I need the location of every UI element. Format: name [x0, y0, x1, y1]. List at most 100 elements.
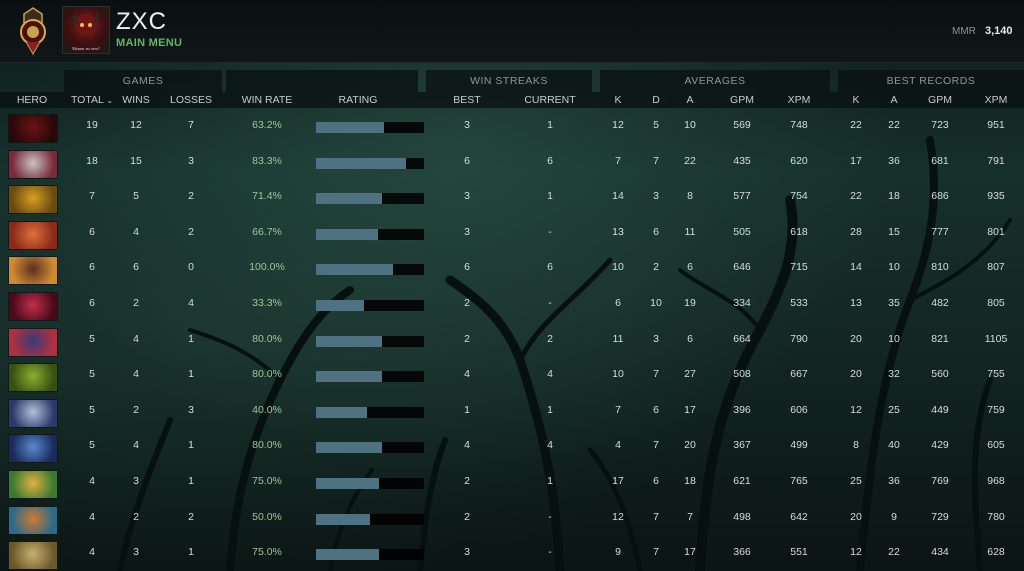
cell-rec-a: 40	[888, 439, 900, 452]
cell-avg-k: 17	[612, 475, 624, 487]
cell-rec-xpm: 968	[987, 475, 1005, 487]
main-menu-link[interactable]: MAIN MENU	[116, 37, 182, 49]
hero-portrait-icon[interactable]	[8, 505, 58, 535]
cell-win-rate: 63.2%	[252, 119, 282, 131]
cell-avg-d: 7	[653, 154, 659, 167]
col-avg-k[interactable]: K	[606, 92, 630, 108]
cell-wins: 4	[133, 439, 139, 452]
cell-avg-gpm: 646	[733, 261, 751, 274]
hero-portrait-icon[interactable]	[8, 220, 58, 250]
table-row[interactable]: 19 12 7 63.2% 3 1 12 5 10 569 748 22 22 723 951	[0, 108, 1024, 143]
cell-wins: 4	[133, 332, 139, 345]
hero-portrait-icon[interactable]	[8, 185, 58, 215]
col-avg-a[interactable]: A	[678, 92, 702, 108]
col-avg-xpm[interactable]: XPM	[779, 92, 819, 108]
cell-avg-d: 3	[653, 190, 659, 203]
cell-avg-d: 3	[653, 332, 659, 345]
table-row[interactable]: 7 5 2 71.4% 3 1 14 3 8 577 754 22 18 686 935	[0, 179, 1024, 215]
cell-best: 2	[464, 510, 470, 523]
col-rec-gpm[interactable]: GPM	[920, 92, 960, 108]
col-wins[interactable]: WINS	[118, 92, 154, 108]
hero-portrait-icon[interactable]	[8, 470, 58, 499]
avatar[interactable]: Мужик ты чего?	[62, 6, 110, 54]
cell-current: 2	[547, 332, 553, 345]
cell-avg-gpm: 334	[733, 297, 751, 309]
col-total[interactable]: TOTAL ⌄	[68, 92, 116, 108]
cell-wins: 2	[133, 510, 139, 523]
cell-win-rate: 33.3%	[252, 297, 282, 309]
hero-portrait-icon[interactable]	[8, 363, 58, 393]
hero-portrait-icon[interactable]	[8, 292, 58, 321]
table-row[interactable]: 18 15 3 83.3% 6 6 7 7 22 435 620 17 36 681 791	[0, 144, 1024, 179]
col-rec-k[interactable]: K	[844, 92, 868, 108]
cell-win-rate: 80.0%	[252, 439, 282, 452]
cell-current: -	[548, 297, 552, 309]
cell-rec-k: 20	[850, 368, 862, 381]
cell-wins: 4	[133, 225, 139, 238]
col-rating[interactable]: RATING	[318, 92, 398, 108]
cell-current: 1	[547, 403, 553, 416]
hero-portrait-icon[interactable]	[8, 114, 58, 143]
table-row[interactable]: 4 3 1 75.0% 2 1 17 6 18 621 765 25 36 769 968	[0, 464, 1024, 499]
cell-rec-gpm: 429	[931, 439, 949, 452]
rating-bar-fill	[316, 300, 364, 311]
cell-best: 3	[464, 546, 470, 559]
col-streak-current[interactable]: CURRENT	[516, 92, 584, 108]
col-hero[interactable]: HERO	[6, 92, 58, 108]
table-row[interactable]: 6 2 4 33.3% 2 - 6 10 19 334 533 13 35 482 805	[0, 286, 1024, 321]
table-row[interactable]: 5 4 1 80.0% 2 2 11 3 6 664 790 20 10 821 1105	[0, 322, 1024, 357]
cell-avg-k: 13	[612, 225, 624, 238]
table-row[interactable]: 5 4 1 80.0% 4 4 4 7 20 367 499 8 40 429 605	[0, 428, 1024, 464]
cell-wins: 2	[133, 403, 139, 416]
hero-portrait-icon[interactable]	[8, 541, 58, 571]
hero-portrait-icon[interactable]	[8, 327, 58, 357]
table-row[interactable]: 4 2 2 50.0% 2 - 12 7 7 498 642 20 9 729 780	[0, 500, 1024, 535]
col-rec-xpm[interactable]: XPM	[976, 92, 1016, 108]
cell-current: 1	[547, 119, 553, 131]
table-row[interactable]: 5 2 3 40.0% 1 1 7 6 17 396 606 12 25 449 759	[0, 393, 1024, 428]
cell-total: 7	[89, 190, 95, 203]
cell-win-rate: 80.0%	[252, 332, 282, 345]
hero-portrait-icon[interactable]	[8, 256, 58, 286]
cell-rec-k: 22	[850, 119, 862, 131]
cell-win-rate: 66.7%	[252, 225, 282, 238]
col-rec-a[interactable]: A	[882, 92, 906, 108]
cell-rec-k: 12	[850, 403, 862, 416]
cell-losses: 3	[188, 154, 194, 167]
hero-portrait-icon[interactable]	[8, 398, 58, 428]
cell-rec-k: 13	[850, 297, 862, 309]
rank-medal-icon	[20, 7, 46, 55]
cell-rec-gpm: 769	[931, 475, 949, 487]
cell-wins: 15	[130, 154, 142, 167]
col-avg-gpm[interactable]: GPM	[722, 92, 762, 108]
cell-best: 2	[464, 297, 470, 309]
table-row[interactable]: 6 6 0 100.0% 6 6 10 2 6 646 715 14 10 810 807	[0, 250, 1024, 286]
hero-portrait-icon[interactable]	[8, 434, 58, 464]
col-win-rate[interactable]: WIN RATE	[232, 92, 302, 108]
cell-avg-k: 4	[615, 439, 621, 452]
col-avg-d[interactable]: D	[644, 92, 668, 108]
cell-avg-xpm: 765	[790, 475, 808, 487]
col-losses[interactable]: LOSSES	[166, 92, 216, 108]
hero-portrait-icon[interactable]	[8, 149, 58, 179]
cell-avg-gpm: 505	[733, 225, 751, 238]
cell-total: 6	[89, 225, 95, 238]
cell-total: 6	[89, 297, 95, 309]
cell-avg-gpm: 621	[733, 475, 751, 487]
cell-avg-a: 7	[687, 510, 693, 523]
cell-avg-k: 14	[612, 190, 624, 203]
col-streak-best[interactable]: BEST	[440, 92, 494, 108]
cell-avg-xpm: 715	[790, 261, 808, 274]
cell-rec-a: 15	[888, 225, 900, 238]
cell-wins: 6	[133, 261, 139, 274]
cell-total: 5	[89, 332, 95, 345]
profile-username: ZXC	[116, 8, 167, 35]
cell-best: 6	[464, 261, 470, 274]
table-row[interactable]: 4 3 1 75.0% 3 - 9 7 17 366 551 12 22 434 628	[0, 535, 1024, 571]
cell-losses: 1	[188, 439, 194, 452]
cell-rec-gpm: 777	[931, 225, 949, 238]
table-row[interactable]: 6 4 2 66.7% 3 - 13 6 11 505 618 28 15 777 801	[0, 215, 1024, 250]
table-row[interactable]: 5 4 1 80.0% 4 4 10 7 27 508 667 20 32 560 755	[0, 357, 1024, 393]
cell-best: 1	[464, 403, 470, 416]
cell-current: 1	[547, 190, 553, 203]
